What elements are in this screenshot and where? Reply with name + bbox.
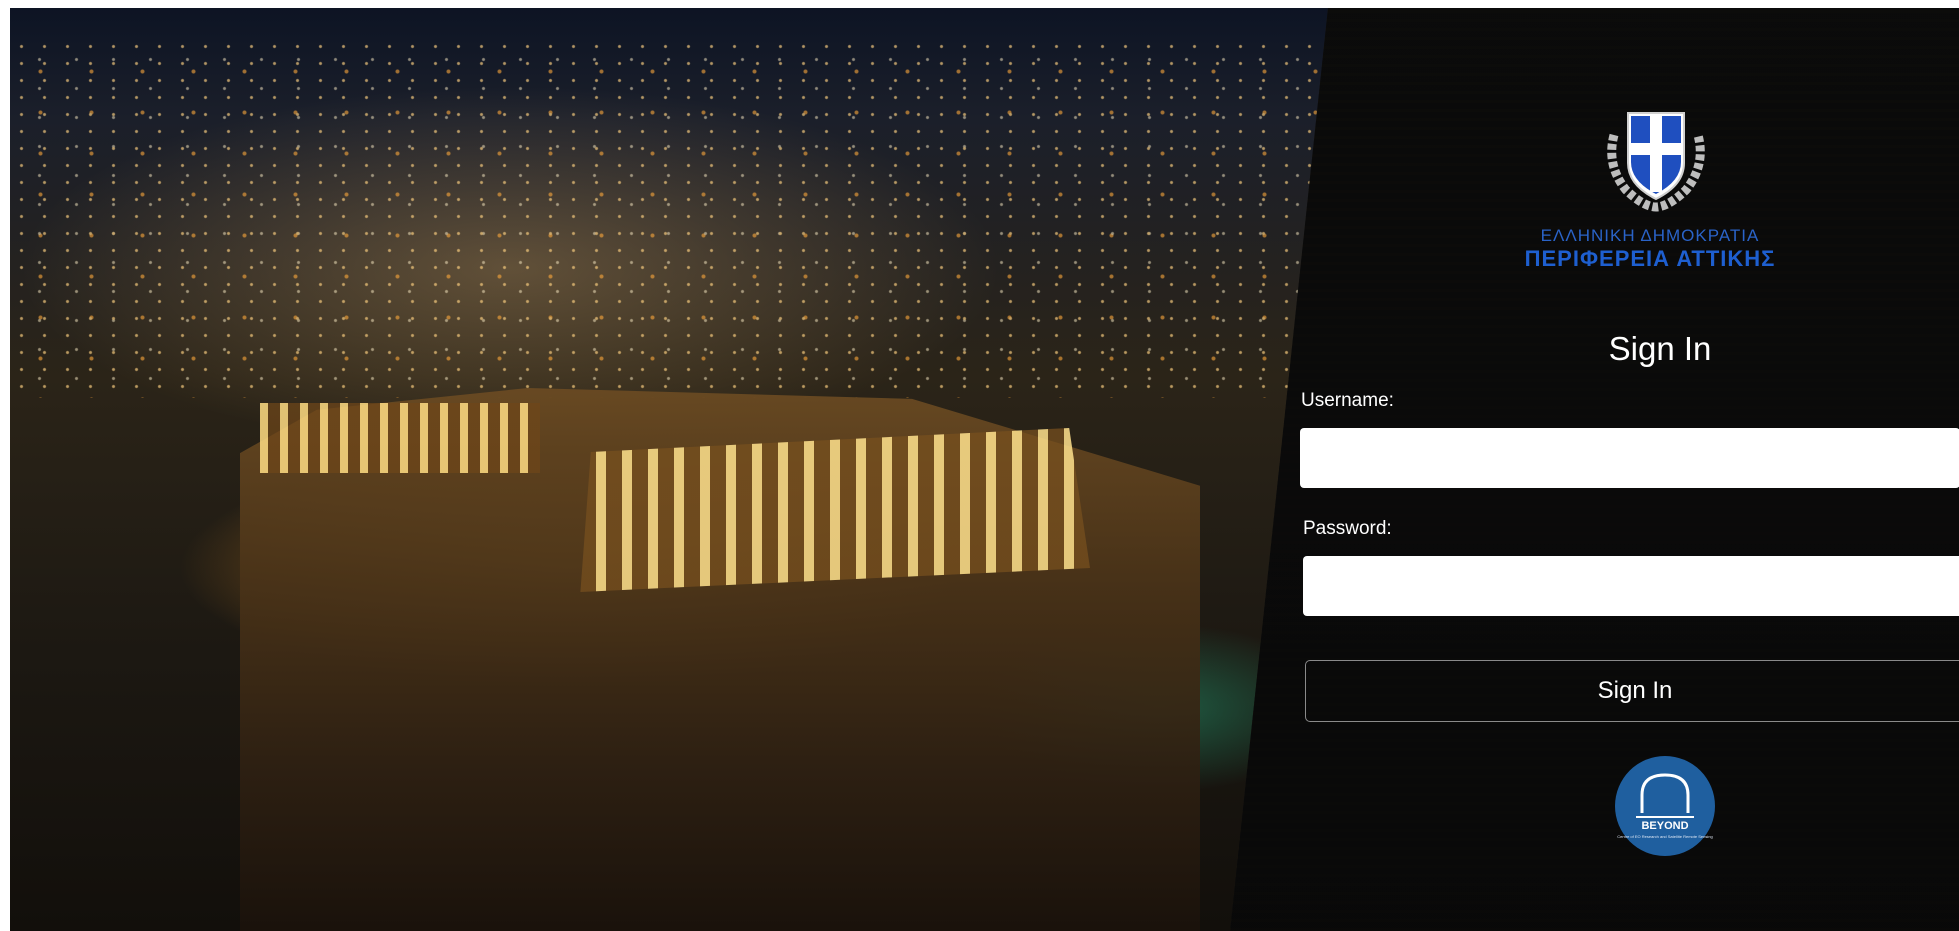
- beyond-logo-icon: BEYOND Centre of EO Research and Satelli…: [1615, 756, 1715, 856]
- beyond-logo-subtext: Centre of EO Research and Satellite Remo…: [1617, 834, 1712, 839]
- password-label: Password:: [1303, 518, 1392, 539]
- password-input[interactable]: [1303, 556, 1959, 616]
- username-input[interactable]: [1300, 428, 1959, 488]
- city-lights: [10, 38, 1340, 398]
- hellenic-republic-emblem-icon: [1607, 112, 1705, 212]
- background-photo: [10, 8, 1340, 931]
- beyond-logo-text: BEYOND: [1641, 820, 1688, 832]
- org-name-line1: ΕΛΛΗΝΙΚΗ ΔΗΜΟΚΡΑΤΙΑ: [1540, 226, 1760, 245]
- username-label: Username:: [1301, 390, 1394, 411]
- erechtheion: [260, 403, 540, 473]
- sign-in-button[interactable]: Sign In: [1305, 660, 1959, 722]
- page-title: Sign In: [1608, 330, 1712, 367]
- org-name-line2: ΠΕΡΙΦΕΡΕΙΑ ΑΤΤΙΚΗΣ: [1524, 246, 1776, 271]
